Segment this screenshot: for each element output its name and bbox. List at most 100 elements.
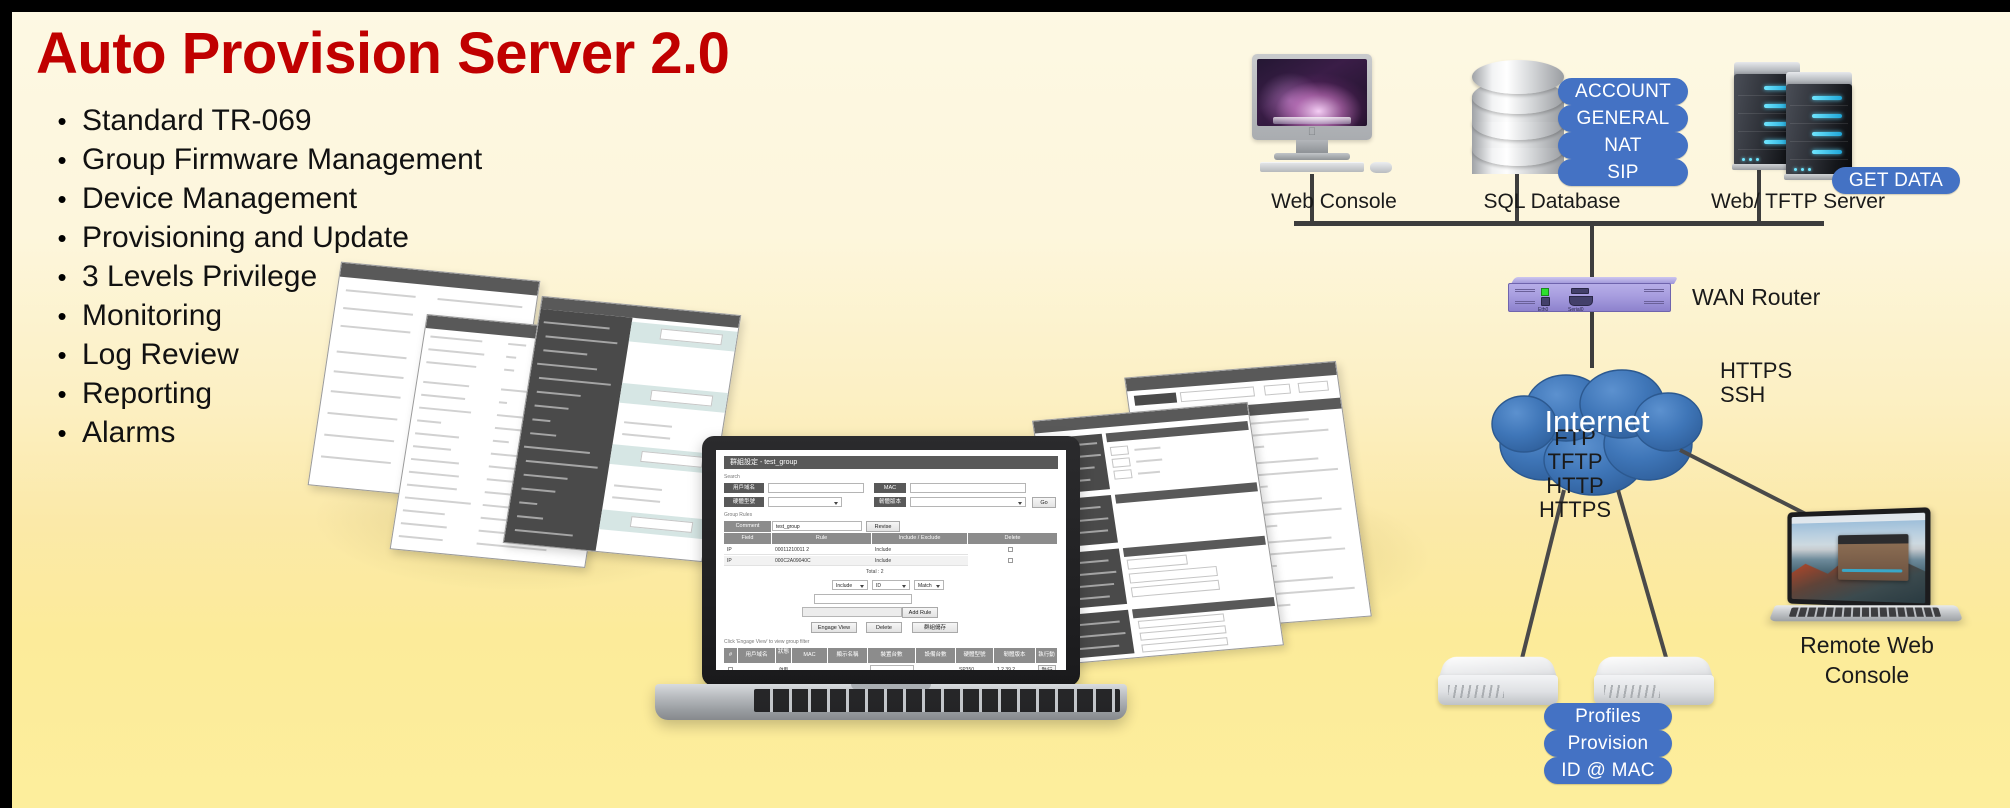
label-remote-web-console-line2: Console <box>1824 662 1910 688</box>
rule-preview-box <box>802 607 902 617</box>
router-serial-port <box>1569 296 1593 306</box>
imac-stand <box>1296 140 1328 153</box>
table-row: Include <box>872 545 968 555</box>
table-row: 00011210011 2 <box>772 545 872 555</box>
badge-sip: SIP <box>1558 159 1688 186</box>
hardware-model-select[interactable] <box>768 497 842 507</box>
feature-label: Log Review <box>82 338 239 371</box>
device-count-input[interactable] <box>870 665 914 670</box>
list-item: • Standard TR-069 <box>42 104 802 143</box>
badge-id-at-mac: ID @ MAC <box>1544 757 1672 784</box>
device-action-button[interactable]: 執行 <box>1038 665 1056 670</box>
list-item: • Provisioning and Update <box>42 221 802 260</box>
device-col-devicecount: 裝置台數 <box>868 648 916 663</box>
rules-col-rule: Rule <box>772 533 872 544</box>
device-col-action: 執行動作 <box>1036 648 1058 670</box>
feature-label: Reporting <box>82 377 213 410</box>
search-go-button[interactable]: Go <box>1032 497 1056 508</box>
label-protocol-http: HTTP <box>1546 473 1604 498</box>
engage-view-button[interactable]: Engage View <box>811 622 857 633</box>
router-eth-port <box>1541 297 1550 306</box>
bullet-icon: • <box>57 340 67 370</box>
page-title: Auto Provision Server 2.0 <box>36 21 730 86</box>
badge-general: GENERAL <box>1558 105 1688 132</box>
wan-router-icon: Eth0 Serial0 <box>1508 277 1679 313</box>
table-row: 000C2A09040C <box>772 556 872 566</box>
rule-mode-select[interactable]: Include <box>832 580 868 590</box>
macbook-keyboard <box>1788 607 1942 617</box>
device-select-checkbox[interactable] <box>728 667 733 670</box>
bullet-icon: • <box>57 301 67 331</box>
table-row: 啟用 <box>776 665 792 670</box>
device-col-domain: 用戶域名 <box>738 648 776 663</box>
imac-mouse <box>1370 162 1392 173</box>
list-item: • Group Firmware Management <box>42 143 802 182</box>
macbook-lid <box>1787 507 1931 609</box>
rules-col-include: Include / Exclude <box>872 533 968 544</box>
rule-delete-checkbox[interactable] <box>1008 547 1013 552</box>
group-save-button[interactable]: 群組儲存 <box>912 622 958 633</box>
hardware-model-label: 硬體型號 <box>724 497 764 507</box>
revise-button[interactable]: Revise <box>866 521 900 532</box>
label-sql-database: SQL Database <box>1483 190 1621 213</box>
laptop-screen: 群組設定 - test_group Search 用戶域名 MAC 硬體型號 韌… <box>716 450 1066 670</box>
feature-label: Device Management <box>82 182 358 215</box>
device-col-mac: MAC <box>792 648 828 663</box>
firmware-version-select[interactable] <box>910 497 1026 507</box>
mac-input[interactable] <box>910 483 1026 493</box>
table-row: IP <box>724 545 772 555</box>
router-serial-label: Serial0 <box>1568 307 1584 313</box>
list-item: • Device Management <box>42 182 802 221</box>
badge-nat: NAT <box>1558 132 1688 159</box>
label-protocol-https: HTTPS <box>1538 497 1612 522</box>
rule-value-input[interactable] <box>814 594 912 604</box>
slide-frame: Auto Provision Server 2.0 • Standard TR-… <box>0 0 2010 808</box>
device-col-index: # <box>724 648 738 663</box>
browser-progress-bar <box>1841 568 1903 573</box>
device-col-status: 狀態 <box>776 648 792 663</box>
macbook-base <box>1768 605 1964 622</box>
feature-label: 3 Levels Privilege <box>82 260 318 293</box>
table-row: SP350 <box>956 665 994 670</box>
imac-screen <box>1257 59 1367 126</box>
bullet-icon: • <box>57 418 67 448</box>
laptop-keyboard <box>754 689 1120 712</box>
sql-database-icon <box>1472 60 1564 174</box>
bullet-icon: • <box>57 223 67 253</box>
web-tftp-server-icon <box>1724 56 1864 180</box>
comment-input[interactable]: test_group <box>772 521 862 531</box>
table-row: Include <box>872 556 968 566</box>
feature-label: Provisioning and Update <box>82 221 409 254</box>
db-disc-top <box>1472 60 1564 94</box>
delete-button[interactable]: Delete <box>866 622 902 633</box>
rule-delete-checkbox[interactable] <box>1008 558 1013 563</box>
label-protocol-ssh: SSH <box>1720 382 1766 407</box>
label-protocol-tftp: TFTP <box>1547 449 1603 474</box>
label-internet: Internet <box>1544 404 1650 439</box>
bullet-icon: • <box>57 106 67 136</box>
bullet-icon: • <box>57 184 67 214</box>
group-rules-section-label: Group Rules <box>724 512 753 518</box>
label-wan-router: WAN Router <box>1692 284 1821 310</box>
router-face: Eth0 Serial0 <box>1508 283 1671 313</box>
table-row: IP <box>724 556 772 566</box>
router-eth-label: Eth0 <box>1538 307 1549 313</box>
rule-match-select[interactable]: Match <box>914 580 944 590</box>
imac-keyboard <box>1260 162 1364 172</box>
cpe-device-left <box>1436 655 1564 717</box>
badge-profiles: Profiles <box>1544 703 1672 730</box>
user-domain-input[interactable] <box>768 483 864 493</box>
feature-label: Group Firmware Management <box>82 143 483 176</box>
imac-foot <box>1274 153 1350 160</box>
network-bus <box>1294 221 1824 226</box>
rules-total: Total : 2 <box>866 569 884 575</box>
add-rule-button[interactable]: Add Rule <box>902 607 938 618</box>
slide-canvas: Auto Provision Server 2.0 • Standard TR-… <box>12 12 2010 808</box>
macos-menubar <box>1791 512 1926 524</box>
rule-field-select[interactable]: ID <box>872 580 910 590</box>
imac-body:  <box>1252 54 1372 140</box>
bus-drop-router <box>1590 223 1594 281</box>
search-section-label: Search <box>724 474 740 480</box>
device-col-displayname: 顯示名稱 <box>828 648 868 663</box>
badge-account: ACCOUNT <box>1558 78 1688 105</box>
